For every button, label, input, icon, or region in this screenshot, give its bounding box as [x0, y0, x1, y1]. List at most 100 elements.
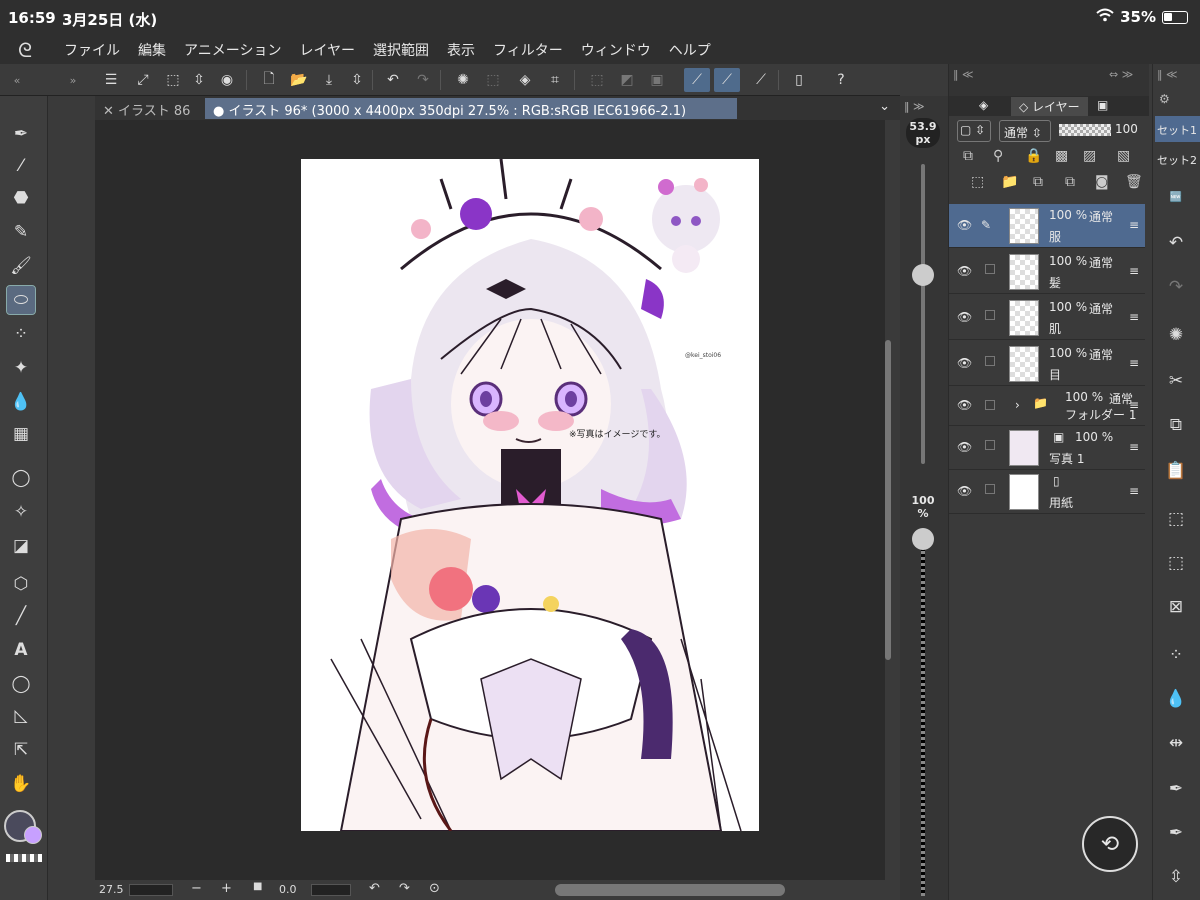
opacity-bar[interactable] — [1059, 124, 1111, 136]
new-icon[interactable]: 🆕 — [1161, 182, 1191, 212]
new-folder-icon[interactable]: 📁 — [1001, 174, 1018, 190]
pen-alt-icon[interactable]: ✒ — [1161, 818, 1191, 848]
save-icon[interactable]: ⤓ — [316, 68, 342, 92]
blend-mode-select[interactable]: 通常 ⇳ — [999, 120, 1051, 142]
menu-window[interactable]: ウィンドウ — [581, 40, 651, 60]
layer-row[interactable]: 👁 ▯ 用紙 ≡ — [949, 470, 1145, 514]
collapse-left-icon[interactable]: « — [4, 68, 30, 92]
tab-nav-icon[interactable]: ▣ — [1097, 98, 1108, 112]
sparkle-icon[interactable]: ✦ — [7, 354, 35, 382]
gradient-icon[interactable]: ◪ — [7, 532, 35, 560]
tab-illust-96[interactable]: ● イラスト 96* (3000 x 4400px 350dpi 27.5% :… — [205, 98, 737, 119]
app-logo-icon[interactable]: ᘓ — [18, 38, 32, 62]
select-off-icon[interactable]: ⬚ — [584, 68, 610, 92]
blend-icon[interactable]: 💧 — [1161, 684, 1191, 714]
new-raster-layer-icon[interactable]: ⬚ — [971, 174, 984, 190]
checkbox[interactable] — [985, 400, 995, 410]
export-stepper-icon[interactable]: ⇳ — [344, 68, 370, 92]
clear-selection-icon[interactable]: ⬚ — [480, 68, 506, 92]
record-icon[interactable]: ◉ — [214, 68, 240, 92]
spray-icon[interactable]: ⁘ — [1161, 640, 1191, 670]
checkbox[interactable] — [985, 310, 995, 320]
checkbox[interactable] — [985, 356, 995, 366]
layer-opacity-value[interactable]: 100 — [1115, 122, 1138, 136]
invert-selection-icon[interactable]: ◩ — [614, 68, 640, 92]
pencil-icon[interactable]: ✎ — [7, 218, 35, 246]
redo-icon[interactable]: ↷ — [1161, 272, 1191, 302]
expand-icon[interactable]: » — [60, 68, 86, 92]
stepper-icon[interactable]: ⇳ — [186, 68, 212, 92]
loading-icon[interactable]: ✺ — [1161, 320, 1191, 350]
move-icon[interactable]: ⇱ — [7, 736, 35, 764]
close-icon[interactable]: ✕ — [103, 104, 118, 119]
lock-alpha-icon[interactable]: ▩ — [1055, 148, 1068, 164]
rotate-right-icon[interactable]: ↷ — [399, 881, 410, 896]
opacity-knob[interactable] — [912, 528, 934, 550]
magic-wand-icon[interactable]: ✧ — [7, 498, 35, 526]
reset-rotation-icon[interactable]: ⊙ — [429, 881, 440, 896]
panel-grip-icon[interactable]: ‖ ≪ — [1157, 68, 1178, 81]
eye-icon[interactable]: 👁 — [957, 310, 972, 324]
balloon-icon[interactable]: ◯ — [7, 670, 35, 698]
rotate-value[interactable]: 0.0 — [279, 883, 297, 896]
selection-border-icon[interactable]: ▣ — [644, 68, 670, 92]
sub-color-swatch[interactable] — [24, 826, 42, 844]
zoom-out-icon[interactable]: − — [191, 881, 202, 896]
vertical-scrollbar[interactable] — [885, 340, 891, 660]
brush-size-slider[interactable] — [921, 164, 925, 464]
smartphone-icon[interactable]: ▯ — [786, 68, 812, 92]
drag-handle-icon[interactable]: ≡ — [1129, 310, 1139, 324]
ruler-snap-icon[interactable]: ⟋ — [684, 68, 710, 92]
blend-icon[interactable]: 💧 — [7, 388, 35, 416]
mesh-transform-icon[interactable]: ⊠ — [1161, 592, 1191, 622]
perspective-snap-icon[interactable]: ⟋ — [748, 68, 774, 92]
panel-expand-icon[interactable]: ⇔ ≫ — [1109, 68, 1133, 81]
eye-icon[interactable]: 👁 — [957, 484, 972, 498]
free-transform-icon[interactable]: ⬚ — [1161, 548, 1191, 578]
paste-icon[interactable]: 📋 — [1161, 456, 1191, 486]
layer-color-select[interactable]: ▢ ⇳ — [957, 120, 991, 142]
settings-icon[interactable]: ⚙ — [1159, 92, 1170, 106]
undo-icon[interactable]: ↶ — [1161, 228, 1191, 258]
chevron-down-icon[interactable]: ⌄ — [879, 99, 890, 114]
eraser-icon[interactable]: ⬭ — [6, 285, 36, 315]
hamburger-menu-icon[interactable]: ☰ — [98, 68, 124, 92]
drawing-canvas[interactable]: ※写真はイメージです。 @kei_stoi06 — [301, 159, 759, 831]
drag-handle-icon[interactable]: ≡ — [1129, 356, 1139, 370]
line-icon[interactable]: ╱ — [7, 602, 35, 630]
object-select-icon[interactable]: ⬡ — [7, 570, 35, 598]
menu-animation[interactable]: アニメーション — [184, 40, 281, 60]
set-1-button[interactable]: セット1 — [1155, 116, 1200, 142]
brush-size-knob[interactable] — [912, 264, 934, 286]
zoom-in-icon[interactable]: + — [221, 881, 232, 896]
merge-layer-icon[interactable]: ⧉ — [1065, 174, 1075, 190]
clip-icon[interactable]: ⧉ — [963, 148, 973, 164]
zoom-slider[interactable] — [129, 884, 173, 896]
align-icon[interactable]: ⇳ — [1161, 862, 1191, 892]
mesh-icon[interactable]: ▦ — [7, 420, 35, 448]
mask-icon[interactable]: ▨ — [1083, 148, 1096, 164]
lock-icon[interactable]: 🔒 — [1025, 148, 1042, 164]
flip-icon[interactable]: ⇹ — [1161, 728, 1191, 758]
fill-bucket-icon[interactable]: ⬣ — [7, 184, 35, 212]
opacity-slider[interactable] — [921, 536, 925, 896]
tab-illust-86[interactable]: ✕ イラスト 86 — [95, 98, 198, 119]
new-canvas-icon[interactable]: 🗋 — [256, 68, 282, 92]
horizontal-scrollbar[interactable] — [555, 884, 785, 896]
rotate-slider[interactable] — [311, 884, 351, 896]
menu-help[interactable]: ヘルプ — [669, 40, 711, 60]
hand-icon[interactable]: ✋ — [7, 770, 35, 798]
eye-icon[interactable]: 👁 — [957, 440, 972, 454]
menu-selection[interactable]: 選択範囲 — [373, 40, 429, 60]
folder-row[interactable]: 👁 › 📁 100 % 通常 フォルダー 1 ≡ — [949, 388, 1145, 426]
transform-icon[interactable]: ⬚ — [160, 68, 186, 92]
chevron-right-icon[interactable]: › — [1015, 398, 1020, 412]
eyedropper-icon[interactable]: ⁄ — [7, 152, 35, 180]
checkbox[interactable] — [985, 484, 995, 494]
lasso-icon[interactable]: ◯ — [7, 464, 35, 492]
menu-filter[interactable]: フィルター — [493, 40, 563, 60]
cut-icon[interactable]: ✂ — [1161, 366, 1191, 396]
layer-row[interactable]: 👁 ✎ 100 % 通常 服 ≡ — [949, 204, 1145, 248]
menu-edit[interactable]: 編集 — [138, 40, 166, 60]
fit-view-icon[interactable]: ⤢ — [130, 68, 156, 92]
